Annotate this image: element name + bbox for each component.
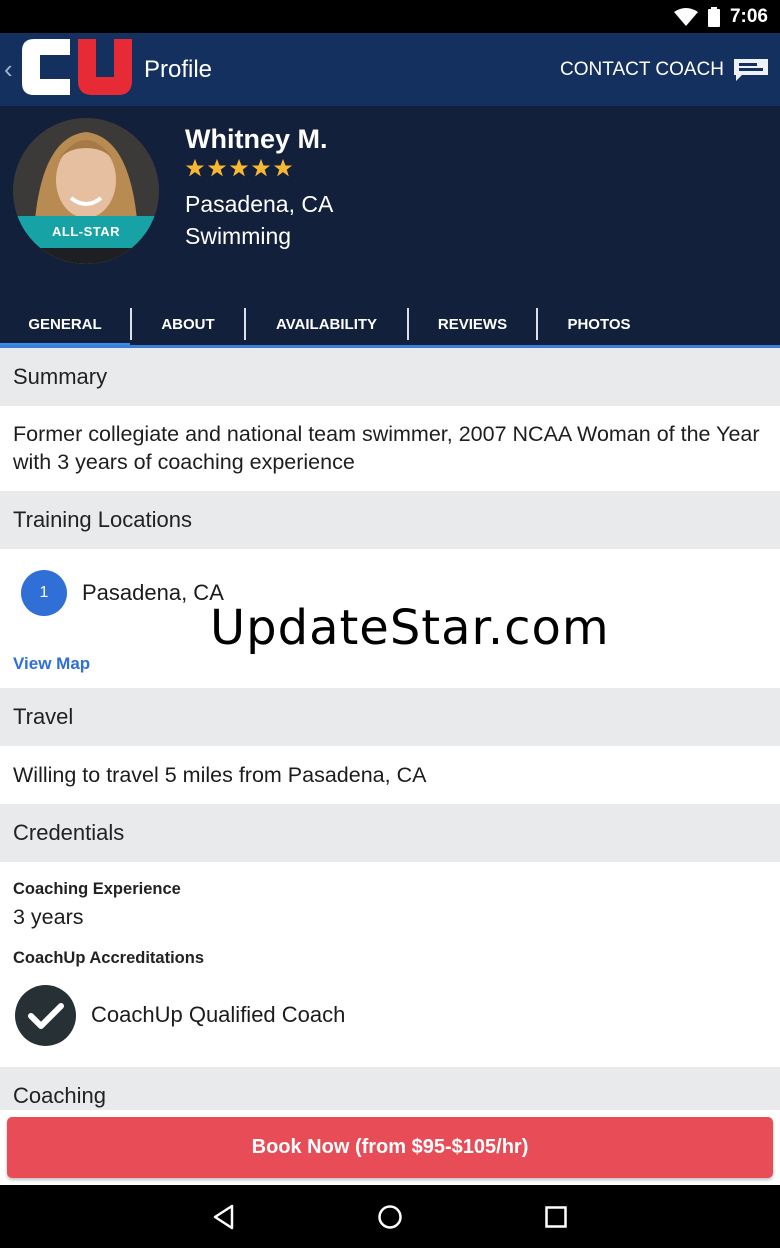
- summary-text: Former collegiate and national team swim…: [13, 422, 760, 474]
- status-bar: 7:06: [0, 0, 780, 33]
- view-map-link[interactable]: View Map: [13, 654, 90, 674]
- all-star-badge: ALL-STAR: [13, 216, 159, 248]
- travel-text: Willing to travel 5 miles from Pasadena,…: [13, 762, 427, 787]
- nav-recents-icon[interactable]: [473, 1205, 639, 1229]
- star-icon: [251, 158, 271, 177]
- book-now-button[interactable]: Book Now (from $95-$105/hr): [7, 1117, 773, 1178]
- star-icon: [185, 158, 205, 177]
- contact-coach-label: CONTACT COACH: [560, 58, 724, 80]
- nav-back-icon[interactable]: [141, 1204, 307, 1230]
- wifi-icon: [673, 7, 698, 26]
- location-name: Pasadena, CA: [82, 580, 224, 605]
- clock: 7:06: [729, 5, 768, 27]
- profile-content[interactable]: Summary Former collegiate and national t…: [0, 348, 780, 1125]
- coaching-experience-label: Coaching Experience: [13, 880, 181, 898]
- coachup-logo[interactable]: [20, 37, 134, 102]
- coach-sport: Swimming: [185, 223, 292, 249]
- tab-availability[interactable]: AVAILABILITY: [246, 300, 407, 348]
- page-title: Profile: [144, 55, 213, 83]
- contact-coach-button[interactable]: CONTACT COACH: [560, 58, 768, 81]
- star-icon: [273, 158, 293, 177]
- coaching-experience-value: 3 years: [13, 905, 84, 929]
- message-icon: [734, 58, 768, 81]
- back-chevron-icon[interactable]: ‹: [4, 54, 18, 85]
- tab-reviews[interactable]: REVIEWS: [409, 300, 536, 348]
- tab-photos[interactable]: PHOTOS: [538, 300, 660, 348]
- coach-location: Pasadena, CA: [185, 191, 334, 217]
- section-header-travel: Travel: [0, 688, 780, 746]
- location-marker: 1: [21, 570, 67, 616]
- rating-stars: [185, 158, 293, 178]
- book-bar: Book Now (from $95-$105/hr): [0, 1110, 780, 1185]
- star-icon: [229, 158, 249, 177]
- coach-name: Whitney M.: [185, 124, 328, 154]
- section-header-summary: Summary: [0, 348, 780, 406]
- nav-home-icon[interactable]: [307, 1204, 473, 1230]
- watermark-text: UpdateStar.com: [210, 600, 610, 656]
- section-header-credentials: Credentials: [0, 804, 780, 862]
- credentials: Coaching Experience 3 years CoachUp Accr…: [0, 862, 780, 1067]
- profile-header: ALL-STAR Whitney M. Pasadena, CA Swimmin…: [0, 106, 780, 348]
- section-header-training-locations: Training Locations: [0, 491, 780, 549]
- checkmark-icon: [15, 985, 76, 1046]
- avatar: ALL-STAR: [13, 118, 159, 264]
- tab-bar: GENERAL ABOUT AVAILABILITY REVIEWS PHOTO…: [0, 300, 780, 348]
- system-nav-bar: [0, 1185, 780, 1248]
- battery-icon: [707, 6, 720, 27]
- app-bar: ‹ Profile CONTACT COACH: [0, 33, 780, 106]
- star-icon: [207, 158, 227, 177]
- accreditations-label: CoachUp Accreditations: [13, 949, 205, 967]
- accreditation-name: CoachUp Qualified Coach: [91, 1002, 346, 1027]
- tab-about[interactable]: ABOUT: [132, 300, 244, 348]
- tab-general[interactable]: GENERAL: [0, 300, 130, 348]
